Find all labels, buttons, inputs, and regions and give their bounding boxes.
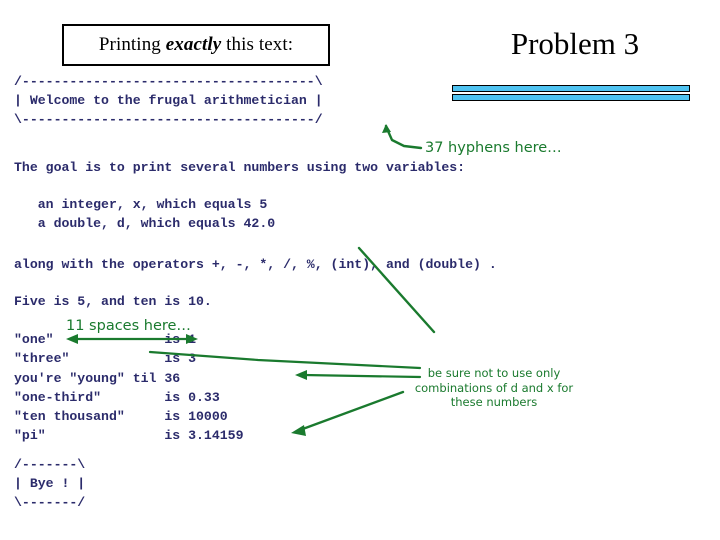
heading-rule-bottom — [452, 94, 690, 101]
table-row: "one" is 1 — [14, 332, 197, 347]
annotation-number-warning: be sure not to use only combinations of … — [414, 366, 574, 409]
hyphen-leader-line — [384, 124, 423, 150]
title-suffix: this text: — [221, 34, 294, 55]
young-row-arrowhead-icon — [295, 370, 307, 380]
slide-title-text: Printing exactly this text: — [99, 34, 293, 56]
hyphen-arrowhead-icon — [382, 124, 391, 133]
title-emphasis: exactly — [165, 34, 222, 55]
output-welcome-banner: /-------------------------------------\ … — [14, 72, 323, 129]
bye-top-border: /-------\ — [14, 457, 86, 472]
banner-message: | Welcome to the frugal arithmetician | — [14, 93, 323, 108]
pi-row-arrowhead-icon — [291, 425, 306, 436]
output-var-double: a double, d, which equals 42.0 — [14, 216, 276, 231]
table-row: "three" is 3 — [14, 351, 197, 367]
pi-row-leader-line — [298, 390, 405, 432]
bye-message: | Bye ! | — [14, 476, 86, 491]
output-five-ten-line: Five is 5, and ten is 10. — [14, 294, 212, 309]
output-value-table: "one" is 1 "three" is 3 you're "young" t… — [14, 330, 244, 446]
slide-title-box: Printing exactly this text: — [62, 24, 330, 66]
bye-bottom-border: \-------/ — [14, 495, 86, 510]
heading-rule-group — [452, 85, 690, 103]
banner-top-border: /-------------------------------------\ — [14, 74, 323, 89]
annotation-hyphen-count: 37 hyphens here… — [425, 140, 562, 156]
banner-bottom-border: \-------------------------------------/ — [14, 112, 323, 127]
page-title: Problem 3 — [510, 26, 640, 61]
output-bye-banner: /-------\ | Bye ! | \-------/ — [14, 455, 85, 512]
table-row: "pi" is 3.14159 — [14, 428, 244, 444]
heading-rule-top — [452, 85, 690, 92]
output-operators-line: along with the operators +, -, *, /, %, … — [14, 257, 497, 272]
title-prefix: Printing — [98, 34, 166, 55]
output-goal-line: The goal is to print several numbers usi… — [14, 160, 466, 175]
table-row: you're "young" til 36 — [14, 370, 181, 386]
table-row: "ten thousand" is 10000 — [14, 409, 228, 425]
table-row: "one-third" is 0.33 — [14, 389, 220, 405]
output-var-integer: an integer, x, which equals 5 — [14, 197, 268, 212]
young-row-leader-line — [302, 373, 422, 379]
output-variables-block: an integer, x, which equals 5 a double, … — [14, 195, 275, 233]
slide-canvas: Printing exactly this text: Problem 3 /-… — [0, 0, 720, 540]
annotation-space-count: 11 spaces here… — [66, 318, 191, 334]
